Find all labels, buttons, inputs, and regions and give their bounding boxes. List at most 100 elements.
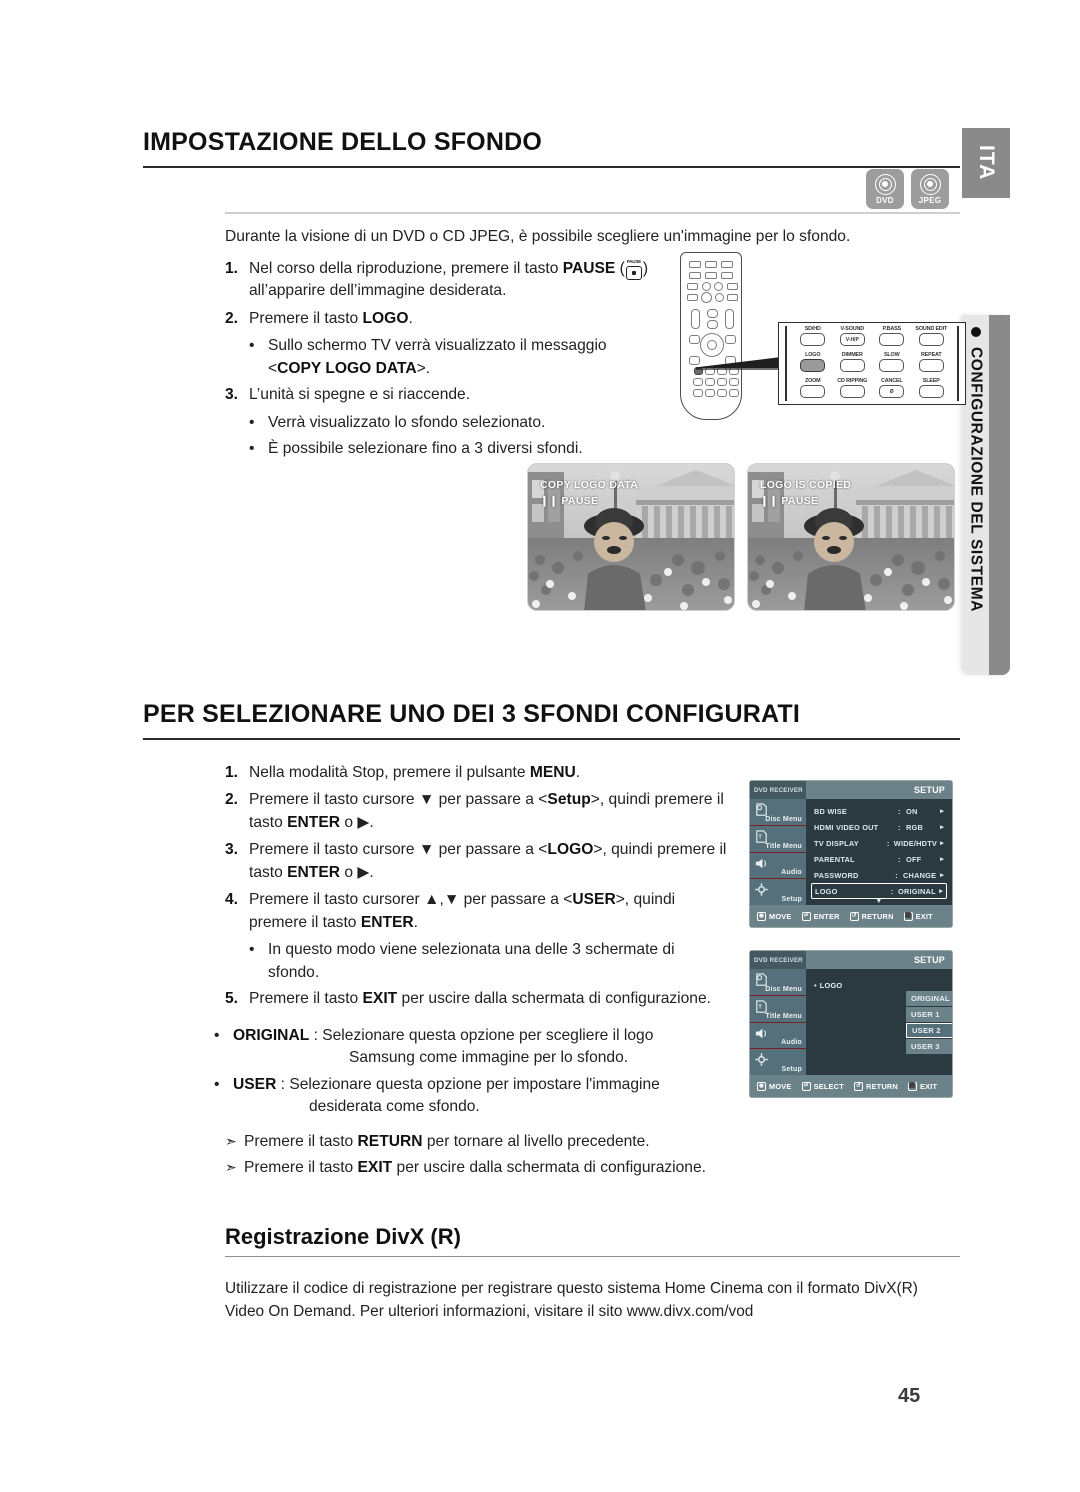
step-text-pre: Nella modalità Stop, premere il pulsante [249, 764, 530, 781]
osd-row-label: PASSWORD [814, 870, 859, 880]
osd-button-move[interactable]: ◉ MOVE [757, 1081, 792, 1091]
step-item: 5. Premere il tasto EXIT per uscire dall… [225, 988, 735, 1010]
osd-sidebar-item-title-menu[interactable]: T Title Menu [750, 826, 806, 853]
tv-osd-message: COPY LOGO DATA ❙❙ PAUSE [540, 478, 638, 510]
section-2-heading: PER SELEZIONARE UNO DEI 3 SFONDI CONFIGU… [143, 700, 960, 740]
step-seg: Premere il tasto cursore ▼ per passare a… [249, 791, 548, 809]
note-post: per tornare al livello precedente. [422, 1133, 650, 1150]
osd-sidebar-item-audio[interactable]: Audio [750, 853, 806, 880]
osd-logo-label-text: LOGO [819, 981, 843, 990]
step-number: 4. [225, 891, 239, 909]
page-number: 45 [898, 1385, 921, 1407]
callout-key-label: SLEEP [922, 378, 940, 384]
section-1-intro: Durante la visione di un DVD o CD JPEG, … [225, 228, 851, 245]
osd-button-move[interactable]: ◉ MOVE [757, 911, 792, 921]
step-seg: Premere il tasto [249, 990, 363, 1008]
bullet-icon: • [249, 337, 255, 355]
exit-icon: ⬛ [903, 911, 913, 921]
osd-button-bar: ◉ MOVE ⏎ SELECT ↺ RETURN ⬛ EXIT [750, 1075, 952, 1097]
osd-row-parental[interactable]: PARENTAL: OFF ▸ [811, 851, 947, 867]
step-keyword: Setup [547, 791, 591, 809]
callout-key-button [839, 385, 865, 398]
step-text: Premere il tasto cursore ▼ per passare a… [249, 789, 735, 834]
osd-content: BD WISE: ON ▸ HDMI VIDEO OUT: RGB ▸ TV DISPL… [806, 799, 952, 905]
step-text-post2: ) [642, 260, 649, 277]
osd-option-original[interactable]: ORIGINAL [906, 991, 952, 1006]
speaker-icon [754, 856, 769, 871]
osd-sidebar-item-audio[interactable]: Audio [750, 1023, 806, 1050]
enter-icon: ⏎ [801, 911, 811, 921]
callout-key-label: SLOW [883, 352, 900, 358]
arrow-icon: ➣ [225, 1159, 237, 1176]
osd-sidebar-label: Disc Menu [765, 815, 802, 823]
step-keyword: PAUSE [562, 260, 616, 277]
osd-sidebar-item-setup[interactable]: Setup [750, 879, 806, 905]
step-seg: >, quindi premere il [593, 841, 727, 859]
osd-setup-menu-2[interactable]: DVD RECEIVER SETUP Disc Menu T Title Men… [749, 950, 953, 1098]
callout-key-logo: LOGO [793, 352, 833, 378]
tv-screenshot-copy-logo-data: COPY LOGO DATA ❙❙ PAUSE [527, 463, 735, 611]
osd-sidebar-label: Audio [781, 1039, 802, 1047]
step-text-post: . [575, 764, 581, 781]
tv-osd-line1: LOGO IS COPIED [760, 479, 852, 491]
osd-button-select[interactable]: ⏎ SELECT [801, 1081, 844, 1091]
osd-button-label: RETURN [865, 1081, 898, 1091]
step-keyword: LOGO [362, 309, 409, 327]
disc-icon [919, 173, 941, 195]
osd-sidebar-label: Setup [781, 1066, 802, 1073]
step-seg: premere il tasto [249, 913, 361, 931]
osd-row-password[interactable]: PASSWORD: CHANGE ▸ [811, 867, 947, 883]
osd-row-hdmi-video-out[interactable]: HDMI VIDEO OUT: RGB ▸ [811, 819, 947, 835]
step-number: 2. [225, 309, 239, 327]
osd-button-return[interactable]: ↺ RETURN [853, 1081, 898, 1091]
step-text: Premere il tasto EXIT per uscire dalla s… [249, 988, 735, 1010]
step-text: Premere il tasto cursorer ▲,▼ per passar… [249, 889, 735, 934]
return-icon: ↺ [853, 1081, 863, 1091]
osd-option-user-3[interactable]: USER 3 [906, 1039, 952, 1054]
osd-row-bd-wise[interactable]: BD WISE: ON ▸ [811, 803, 947, 819]
step-seg: >, quindi premere il [590, 791, 724, 809]
callout-key-button-highlighted [800, 359, 826, 372]
osd-option-user-2-selected[interactable]: USER 2 [906, 1023, 952, 1038]
callout-key: SD/HD [793, 326, 833, 352]
step-text: Nella modalità Stop, premere il pulsante… [249, 762, 735, 784]
tv-osd-line1: COPY LOGO DATA [540, 479, 639, 491]
step-text: Premere il tasto cursore ▼ per passare a… [249, 839, 735, 884]
chevron-right-icon: ▸ [940, 808, 944, 815]
step-item: 3. L’unità si spegne e si riaccende. [225, 384, 665, 406]
step-text: Nel corso della riproduzione, premere il… [249, 258, 665, 303]
osd-sidebar-item-disc-menu[interactable]: Disc Menu [750, 969, 806, 996]
osd-row-logo-selected[interactable]: LOGO: ORIGINAL ▸ [811, 883, 947, 899]
scroll-down-icon[interactable]: ▼ [811, 898, 947, 905]
step-text-line2: all’apparire dell’immagine desiderata. [249, 282, 507, 300]
osd-button-exit[interactable]: ⬛ EXIT [907, 1081, 937, 1091]
disc-icon [874, 173, 896, 195]
osd-button-enter[interactable]: ⏎ ENTER [801, 911, 840, 921]
step-number: 1. [225, 260, 239, 277]
osd-setup-menu-1[interactable]: DVD RECEIVER SETUP Disc Menu T Title Men… [749, 780, 953, 928]
osd-sidebar-item-disc-menu[interactable]: Disc Menu [750, 799, 806, 826]
section-1-steps: 1. Nel corso della riproduzione, premere… [225, 258, 665, 465]
definition-item: • ORIGINAL : Selezionare questa opzione … [214, 1025, 754, 1070]
osd-button-exit[interactable]: ⬛ EXIT [903, 911, 933, 921]
osd-brand-label: DVD RECEIVER [750, 951, 806, 969]
badge-dvd-label: DVD [876, 195, 894, 205]
step-seg: tasto [249, 813, 288, 831]
section-3-body: Utilizzare il codice di registrazione pe… [225, 1278, 965, 1324]
title-menu-icon: T [754, 829, 769, 844]
osd-row-tv-display[interactable]: TV DISPLAY: WIDE/HDTV ▸ [811, 835, 947, 851]
osd-brand-label: DVD RECEIVER [750, 781, 806, 799]
osd-sidebar-item-title-menu[interactable]: T Title Menu [750, 996, 806, 1023]
step-text-post: ( [615, 260, 625, 277]
osd-header: DVD RECEIVER SETUP [750, 951, 952, 969]
callout-key: DIMMER [833, 352, 873, 378]
osd-button-return[interactable]: ↺ RETURN [849, 911, 894, 921]
osd-option-user-1[interactable]: USER 1 [906, 1007, 952, 1022]
callout-key-button [918, 359, 944, 372]
definition-text: ORIGINAL : Selezionare questa opzione pe… [233, 1025, 653, 1070]
step-item: 1. Nella modalità Stop, premere il pulsa… [225, 762, 735, 784]
chevron-right-icon: ▸ [940, 840, 944, 847]
osd-sidebar-item-setup[interactable]: Setup [750, 1049, 806, 1075]
osd-button-label: SELECT [813, 1081, 844, 1091]
step-text: Premere il tasto LOGO. [249, 308, 665, 330]
